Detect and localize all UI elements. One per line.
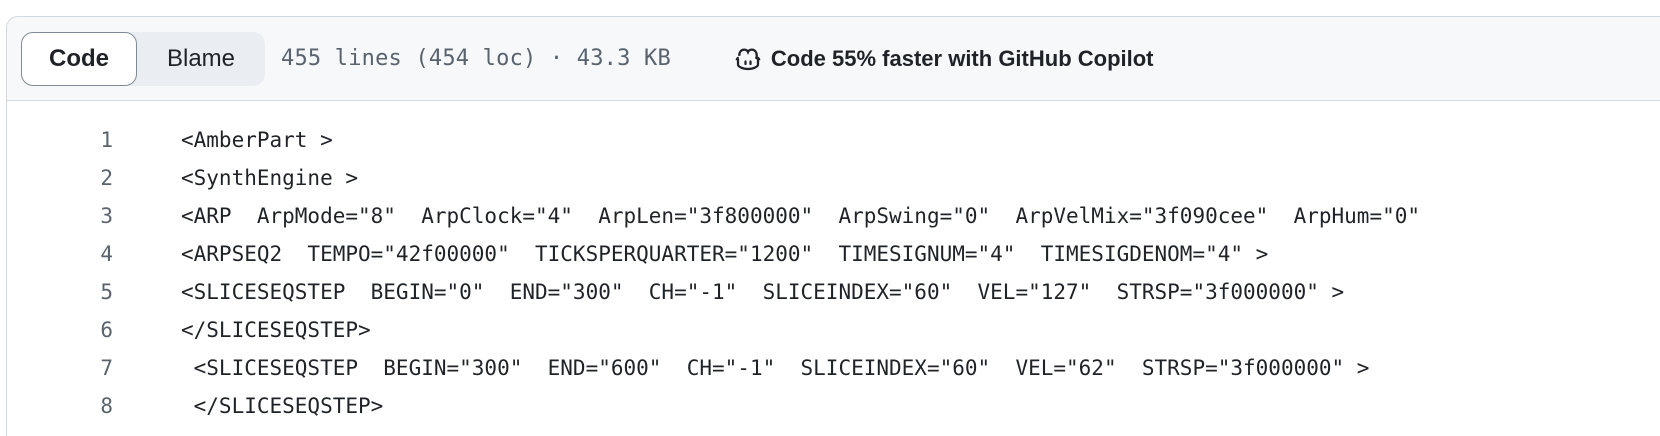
- copilot-icon: [735, 47, 761, 70]
- line-number[interactable]: 4: [7, 242, 113, 266]
- line-number[interactable]: 5: [7, 280, 113, 304]
- file-toolbar: Code Blame 455 lines (454 loc) · 43.3 KB…: [7, 17, 1660, 101]
- line-number[interactable]: 1: [7, 128, 113, 152]
- code-line: 5 <SLICESEQSTEP BEGIN="0" END="300" CH="…: [7, 273, 1660, 311]
- copilot-promo-label: Code 55% faster with GitHub Copilot: [770, 45, 1154, 71]
- code-tab[interactable]: Code: [21, 31, 137, 86]
- line-number[interactable]: 3: [7, 204, 113, 228]
- blame-tab[interactable]: Blame: [137, 32, 265, 86]
- code-line: 3 <ARP ArpMode="8" ArpClock="4" ArpLen="…: [7, 197, 1660, 235]
- file-view: Code Blame 455 lines (454 loc) · 43.3 KB…: [6, 16, 1660, 436]
- line-content: <ARP ArpMode="8" ArpClock="4" ArpLen="3f…: [181, 204, 1421, 228]
- line-content: <ARPSEQ2 TEMPO="42f00000" TICKSPERQUARTE…: [181, 242, 1269, 266]
- line-content: </SLICESEQSTEP>: [181, 318, 371, 342]
- line-content: <AmberPart >: [181, 128, 333, 152]
- line-content: </SLICESEQSTEP>: [181, 394, 384, 418]
- code-line: 6 </SLICESEQSTEP>: [7, 311, 1660, 349]
- copilot-promo-link[interactable]: Code 55% faster with GitHub Copilot: [733, 44, 1154, 74]
- file-info: 455 lines (454 loc) · 43.3 KB: [281, 46, 671, 71]
- code-listing: 1 <AmberPart > 2 <SynthEngine > 3 <ARP A…: [7, 101, 1660, 425]
- code-line: 1 <AmberPart >: [7, 121, 1660, 159]
- line-content: <SynthEngine >: [181, 166, 359, 190]
- line-number[interactable]: 6: [7, 318, 113, 342]
- code-line: 8 </SLICESEQSTEP>: [7, 387, 1660, 425]
- line-number[interactable]: 7: [7, 356, 113, 380]
- line-number[interactable]: 2: [7, 166, 113, 190]
- code-line: 2 <SynthEngine >: [7, 159, 1660, 197]
- line-content: <SLICESEQSTEP BEGIN="0" END="300" CH="-1…: [181, 280, 1345, 304]
- code-line: 7 <SLICESEQSTEP BEGIN="300" END="600" CH…: [7, 349, 1660, 387]
- code-line: 4 <ARPSEQ2 TEMPO="42f00000" TICKSPERQUAR…: [7, 235, 1660, 273]
- line-number[interactable]: 8: [7, 394, 113, 418]
- view-mode-toggle: Code Blame: [21, 31, 265, 86]
- line-content: <SLICESEQSTEP BEGIN="300" END="600" CH="…: [181, 356, 1370, 380]
